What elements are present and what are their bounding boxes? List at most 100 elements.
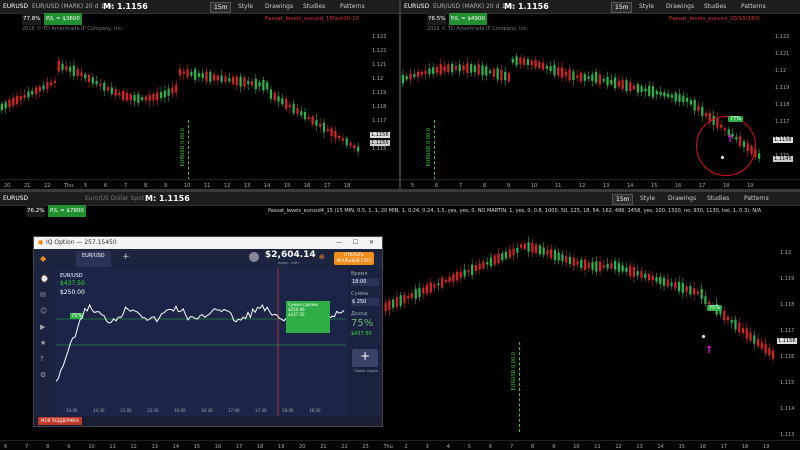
users-icon[interactable]: ☺ [40, 307, 47, 315]
drawings-menu[interactable]: Drawings [265, 0, 293, 13]
candle [106, 87, 110, 91]
deposit-icon[interactable]: ⊕ [319, 253, 325, 261]
price-tick: 1.123 [372, 34, 387, 40]
add-option-button[interactable]: + [352, 349, 378, 367]
candle [701, 106, 704, 116]
time-input[interactable]: 18:00 [351, 278, 379, 286]
candle [738, 322, 741, 333]
patterns-menu[interactable]: Patterns [744, 192, 769, 205]
candle [553, 64, 556, 76]
candle [655, 90, 658, 95]
add-asset-icon[interactable]: + [122, 252, 130, 262]
candle [42, 85, 45, 90]
studies-menu[interactable]: Studies [704, 0, 726, 13]
candle [356, 146, 360, 152]
candle [636, 83, 639, 93]
candle [644, 88, 647, 92]
symbol-field[interactable]: EURUSD [3, 192, 28, 205]
time-tick: 7 [509, 444, 514, 450]
highlight-circle [696, 116, 756, 176]
symbol-field[interactable]: EURUSD [3, 0, 28, 13]
time-tick: 15 [678, 444, 685, 450]
balance[interactable]: $2,604.14 [265, 250, 316, 260]
candle [692, 288, 696, 295]
support-button[interactable]: МОЯ ПОДДЕРЖКА [38, 417, 82, 425]
style-menu[interactable]: Style [640, 192, 655, 205]
iq-chart[interactable]: EUR/USD $437.50 $250.00 75% Сумма сделки… [56, 269, 348, 416]
candle [57, 60, 60, 72]
video-icon[interactable]: ▶ [40, 323, 45, 331]
asset-tab[interactable]: EUR/USD [76, 251, 111, 267]
iq-option-window[interactable]: ● IQ Option — 257.15450 — ☐ ✕ ◆ EUR/USD … [33, 236, 383, 427]
candle [167, 88, 170, 96]
studies-menu[interactable]: Studies [707, 192, 729, 205]
candle [99, 83, 102, 86]
drawings-menu[interactable]: Drawings [668, 192, 696, 205]
candle [243, 77, 246, 87]
candle [212, 74, 216, 81]
candle [258, 82, 261, 87]
patterns-menu[interactable]: Patterns [340, 0, 365, 13]
candle [489, 257, 493, 266]
trade-box-profit: $437.50 [288, 312, 305, 317]
history-icon[interactable]: ⌚ [40, 275, 49, 283]
session-label: EURUSD 0,00,0 [426, 128, 432, 167]
minimize-icon[interactable]: — [336, 237, 342, 249]
candle [319, 123, 322, 127]
price-tick: 1.121 [775, 51, 790, 57]
drawings-menu[interactable]: Drawings [666, 0, 694, 13]
candle [674, 92, 677, 102]
open-real-account-button[interactable]: ОТКРЫТЬ РЕАЛЬНЫЙ СЧЁТ [334, 252, 374, 265]
chat-icon[interactable]: ✉ [40, 291, 46, 299]
time-tick: 9 [552, 444, 556, 450]
patterns-menu[interactable]: Patterns [741, 0, 766, 13]
symbol-field[interactable]: EURUSD [404, 0, 429, 13]
settings-icon[interactable]: ⚙ [40, 371, 46, 379]
chart-pane-top-left[interactable]: EURUSD EUR/USD (MARK) 20 d 15m M: 1.1156… [0, 0, 399, 189]
candle [493, 255, 496, 265]
candle [640, 86, 643, 92]
candle [23, 94, 26, 98]
candle [0, 103, 4, 111]
time-tick: 18 [741, 444, 749, 450]
close-icon[interactable]: ✕ [369, 237, 374, 249]
studies-menu[interactable]: Studies [303, 0, 325, 13]
maximize-icon[interactable]: ☐ [353, 237, 358, 249]
candle [31, 90, 34, 95]
pl-badge: P/L = $7800 [48, 205, 86, 217]
candle [610, 79, 613, 85]
timeframe-button[interactable]: 15m [611, 2, 633, 13]
candle [771, 350, 775, 359]
candle [546, 250, 549, 255]
window-titlebar[interactable]: ● IQ Option — 257.15450 — ☐ ✕ [34, 237, 382, 249]
timeframe-button[interactable]: 15m [210, 2, 232, 13]
support-icon[interactable]: ? [40, 355, 44, 363]
time-tick: 10 [88, 444, 95, 450]
candle [140, 97, 144, 100]
candle [545, 65, 549, 69]
price-tick: 1.119 [775, 85, 790, 91]
time-label: Время [351, 271, 368, 277]
candle [197, 73, 201, 77]
profit-percent: 75% [351, 318, 374, 329]
study-name: Passat_levels_eurusd_20/15/18/0 [669, 16, 760, 22]
style-menu[interactable]: Style [238, 0, 253, 13]
candle [557, 252, 560, 261]
time-axis: 6 7 8 9 10 11 12 13 14 15 16 17 18 19 20 21 22 23 Thu 2 3 4 5 6… [0, 440, 800, 450]
time-tick: 12 [130, 444, 137, 450]
candle [76, 68, 79, 76]
price-tick: 1.118 [775, 102, 790, 108]
window-title: IQ Option — 257.15450 [46, 239, 117, 246]
candle [392, 299, 395, 308]
time-tick: 14 [657, 444, 664, 450]
timeframe-button[interactable]: 15m [612, 194, 634, 205]
candle [235, 76, 238, 86]
trophy-icon[interactable]: ★ [40, 339, 46, 347]
style-menu[interactable]: Style [639, 0, 654, 13]
candle [504, 71, 507, 81]
sum-input[interactable]: $ 250 [351, 298, 379, 306]
avatar[interactable] [249, 252, 259, 262]
chart-pane-top-right[interactable]: EURUSD EUR/USD (MARK) 20 d 15m M: 1.1156… [401, 0, 800, 189]
price-tick: 1.121 [372, 62, 387, 68]
candle [72, 65, 76, 76]
